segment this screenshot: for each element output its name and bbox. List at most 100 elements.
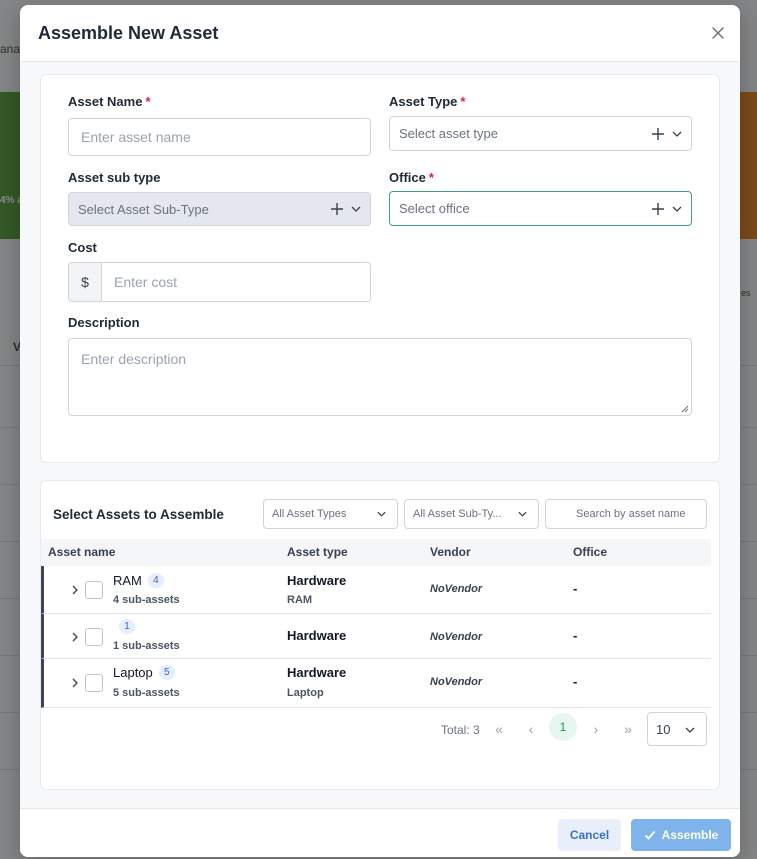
plus-icon[interactable] — [651, 202, 665, 216]
chevron-right-icon[interactable] — [70, 632, 80, 642]
asset-sub-type-placeholder: Select Asset Sub-Type — [78, 201, 209, 217]
chevron-right-icon[interactable] — [70, 678, 80, 688]
office-select[interactable]: Select office — [389, 191, 692, 226]
office: - — [573, 628, 578, 643]
row-checkbox[interactable] — [85, 581, 103, 599]
plus-icon[interactable] — [651, 127, 665, 141]
cost-label: Cost — [68, 240, 97, 255]
asset-type: Hardware — [287, 665, 347, 680]
vendor: NoVendor — [430, 583, 483, 595]
chevron-down-icon — [518, 511, 527, 517]
required-mark: * — [145, 94, 151, 109]
office-placeholder: Select office — [399, 201, 470, 216]
chevron-right-icon[interactable] — [70, 585, 80, 595]
sub-asset-count: 4 sub-assets — [113, 594, 180, 606]
previous-page-button[interactable]: ‹ — [517, 713, 545, 745]
page-size-select[interactable]: 10 — [647, 712, 707, 746]
asset-type-filter-value: All Asset Types — [272, 508, 347, 520]
asset-name-text: RAM — [113, 573, 142, 588]
assets-table-header: Asset name Asset type Vendor Office — [41, 539, 711, 566]
asset-type-placeholder: Select asset type — [399, 126, 498, 141]
close-icon[interactable] — [710, 25, 726, 41]
cost-input[interactable]: Enter cost — [101, 262, 371, 302]
assemble-button-label: Assemble — [661, 828, 719, 842]
asset-name-text: Laptop — [113, 665, 153, 680]
plus-icon[interactable] — [330, 202, 344, 216]
assets-section-title: Select Assets to Assemble — [53, 507, 224, 522]
asset-type: Hardware — [287, 628, 347, 643]
asset-type-label-text: Asset Type — [389, 94, 458, 109]
vendor: NoVendor — [430, 631, 483, 643]
description-label: Description — [68, 315, 140, 330]
asset-sub-type: Laptop — [287, 687, 324, 699]
first-page-button[interactable]: « — [485, 713, 513, 745]
row-checkbox[interactable] — [85, 628, 103, 646]
asset-type-select[interactable]: Select asset type — [389, 116, 692, 151]
table-row[interactable]: 1 1 sub-assets Hardware NoVendor - — [41, 614, 711, 659]
modal-body: Asset Name * Enter asset name Asset Type *… — [20, 62, 740, 808]
modal-footer: Cancel Assemble — [20, 808, 740, 857]
asset-sub-type-select[interactable]: Select Asset Sub-Type — [68, 192, 371, 226]
page-size-value: 10 — [656, 721, 671, 737]
asset-type-label: Asset Type * — [389, 94, 465, 109]
pagination-total: Total: 3 — [441, 723, 480, 737]
description-label-text: Description — [68, 315, 140, 330]
description-textarea[interactable]: Enter description — [68, 338, 692, 416]
next-page-button[interactable]: › — [582, 713, 610, 745]
asset-search-input[interactable]: Search by asset name — [545, 499, 707, 529]
cost-label-text: Cost — [68, 240, 97, 255]
asset-type: Hardware — [287, 573, 347, 588]
sub-asset-count: 1 sub-assets — [113, 640, 180, 652]
asset-name-placeholder: Enter asset name — [81, 129, 191, 145]
asset-search-placeholder: Search by asset name — [576, 508, 686, 520]
asset-form-card: Asset Name * Enter asset name Asset Type *… — [40, 74, 720, 463]
office-label: Office * — [389, 170, 434, 185]
chevron-down-icon — [672, 131, 682, 137]
asset-name-label: Asset Name * — [68, 94, 151, 109]
column-header-asset-type[interactable]: Asset type — [287, 545, 348, 559]
asset-name-label-text: Asset Name — [68, 94, 143, 109]
modal-title: Assemble New Asset — [38, 23, 219, 43]
asset-sub-type-filter-value: All Asset Sub-Ty... — [413, 508, 502, 520]
assemble-asset-modal: Assemble New Asset Asset Name * Enter ass… — [20, 5, 740, 857]
chevron-down-icon — [377, 511, 386, 517]
sub-asset-count-badge: 5 — [158, 665, 175, 680]
sub-asset-count-badge: 1 — [119, 619, 135, 634]
chevron-down-icon — [672, 206, 682, 212]
cancel-button[interactable]: Cancel — [558, 819, 621, 851]
required-mark: * — [428, 170, 434, 185]
office-label-text: Office — [389, 170, 426, 185]
sub-asset-count-badge: 4 — [147, 573, 164, 588]
asset-sub-type: RAM — [287, 594, 313, 606]
row-checkbox[interactable] — [85, 674, 103, 692]
office: - — [573, 674, 578, 689]
cost-placeholder: Enter cost — [114, 274, 178, 290]
table-row[interactable]: RAM 4 4 sub-assets Hardware RAM NoVendor … — [41, 566, 711, 614]
assets-card: Select Assets to Assemble All Asset Type… — [40, 480, 720, 790]
asset-sub-type-label-text: Asset sub type — [68, 170, 161, 185]
vendor: NoVendor — [430, 676, 483, 688]
cost-currency-prefix: $ — [68, 262, 101, 302]
assemble-button[interactable]: Assemble — [631, 819, 731, 851]
table-row[interactable]: Laptop 5 5 sub-assets Hardware Laptop NoV… — [41, 659, 711, 708]
asset-sub-type-label: Asset sub type — [68, 170, 160, 185]
column-header-office[interactable]: Office — [573, 545, 607, 559]
asset-name-input[interactable]: Enter asset name — [68, 118, 371, 156]
modal-header: Assemble New Asset — [20, 5, 740, 62]
asset-name: Laptop 5 — [113, 665, 175, 680]
required-mark: * — [460, 94, 466, 109]
last-page-button[interactable]: » — [614, 713, 642, 745]
asset-name: RAM 4 — [113, 573, 164, 588]
current-page-button[interactable]: 1 — [549, 713, 577, 741]
asset-sub-type-filter[interactable]: All Asset Sub-Ty... — [404, 499, 539, 529]
column-header-vendor[interactable]: Vendor — [430, 545, 471, 559]
office: - — [573, 581, 578, 596]
description-placeholder: Enter description — [81, 351, 187, 367]
chevron-down-icon — [685, 727, 695, 733]
check-icon — [644, 830, 655, 840]
asset-type-filter[interactable]: All Asset Types — [263, 499, 398, 529]
column-header-asset-name[interactable]: Asset name — [48, 545, 115, 559]
sub-asset-count: 5 sub-assets — [113, 687, 180, 699]
resize-handle-icon[interactable] — [681, 405, 689, 413]
chevron-down-icon — [351, 206, 361, 212]
